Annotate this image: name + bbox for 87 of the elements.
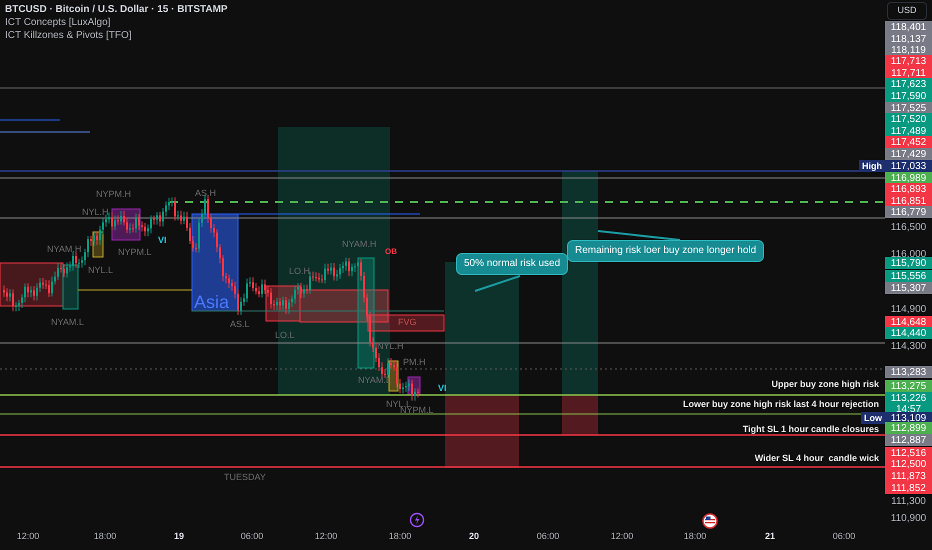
price-badge: 118,137 [885, 33, 932, 45]
price-badge: 117,429 [885, 148, 932, 160]
price-badge: 118,119 [885, 44, 932, 56]
chart-label: NYPM.L [400, 406, 434, 415]
chart-label: NYPM.H [96, 190, 132, 199]
price-badge: 115,556 [885, 270, 932, 282]
time-label: 18:00 [388, 532, 412, 541]
price-badge: 114,648 [885, 316, 932, 328]
price-tag: High [859, 160, 885, 172]
chart-label: NYPM.L [118, 248, 152, 257]
price-label: 116,500 [890, 221, 928, 233]
countdown-label: 14:57 [896, 404, 922, 414]
price-label: 116,000 [890, 248, 928, 260]
chart-label: PM.H [403, 358, 426, 367]
price-badge: 116,893 [885, 183, 932, 195]
price-badge: 111,852 [885, 482, 932, 494]
price-badge: 117,452 [885, 136, 932, 148]
time-label: 12:00 [610, 532, 634, 541]
chart-label: VI [438, 384, 447, 393]
time-label: 06:00 [536, 532, 560, 541]
price-badge: 116,779 [885, 206, 932, 218]
order-block [0, 262, 64, 306]
chart-label: AS.H [195, 189, 216, 198]
price-badge: 117,623 [885, 78, 932, 90]
price-badge: 115,790 [885, 257, 932, 269]
line-label: Lower buy zone high risk last 4 hour rejection [682, 400, 879, 409]
price-badge: 112,516 [885, 447, 932, 459]
price-badge: 114,440 [885, 327, 932, 339]
price-tag: Low [861, 412, 885, 424]
time-label: 12:00 [16, 532, 40, 541]
chart-label: FVG [398, 318, 417, 327]
price-badge: 112,899 [885, 422, 932, 434]
chart-label: NYL.L [88, 266, 114, 275]
chart-label: NYAM.H [342, 240, 376, 249]
price-label: 110,900 [890, 512, 928, 524]
price-badge: 117,590 [885, 90, 932, 102]
price-badge: 116,989 [885, 172, 932, 184]
callout-note: Remaining risk loer buy zone longer hold [567, 240, 764, 262]
chart-label: OB [385, 248, 397, 256]
time-label: 18:00 [94, 532, 116, 541]
price-badge: 112,500 [885, 458, 932, 470]
time-label: 12:00 [314, 532, 338, 541]
chart-label: NYL.H [82, 208, 109, 217]
chart-label: Asia [194, 293, 230, 311]
time-label: 19 [174, 532, 184, 541]
chart-label: NYL.H [377, 342, 404, 351]
chart-label: AS.L [230, 320, 250, 329]
chart-label: NYAM.L [51, 318, 84, 327]
price-badge: 115,307 [885, 282, 932, 294]
price-badge: 117,520 [885, 113, 932, 125]
line-label: Wider SL 4 hour candle wick [754, 454, 879, 463]
chart-label: TUESDAY [224, 473, 266, 482]
price-badge: 117,033 [885, 160, 932, 172]
line-label: Tight SL 1 hour candle closures [742, 425, 879, 434]
session-box [62, 264, 78, 310]
time-label: 21 [765, 532, 775, 541]
price-badge: 113,283 [885, 366, 932, 378]
time-label: 18:00 [684, 532, 706, 541]
currency-button[interactable]: USD [887, 2, 927, 20]
price-badge: 116,851 [885, 195, 932, 207]
price-label: 114,300 [890, 340, 928, 352]
indicator-label: ICT Killzones & Pivots [TFO] [5, 29, 133, 42]
time-label: 20 [469, 532, 479, 541]
chart-label: LO.H [289, 267, 310, 276]
price-badge: 117,489 [885, 125, 932, 137]
chart-label: LO.L [275, 331, 295, 340]
time-label: 06:00 [240, 532, 264, 541]
time-label: 06:00 [832, 532, 856, 541]
price-badge: 112,887 [885, 434, 932, 446]
line-label: Upper buy zone high risk [771, 380, 879, 389]
price-label: 114,900 [890, 303, 928, 315]
price-badge: 111,873 [885, 470, 932, 482]
flag-icon[interactable] [702, 513, 718, 529]
price-badge: 117,711 [885, 67, 932, 79]
lightning-icon[interactable] [409, 512, 425, 528]
chart-label: NYAM.H [47, 245, 82, 254]
indicator-label: ICT Concepts [LuxAlgo] [5, 16, 112, 29]
price-label: 111,300 [890, 495, 927, 507]
price-badge: 117,713 [885, 55, 932, 67]
callout-note: 50% normal risk used [456, 253, 568, 275]
price-badge: 118,401 [885, 21, 932, 33]
price-badge: 113,275 [885, 380, 932, 392]
symbol-title: BTCUSD · Bitcoin / U.S. Dollar · 15 · BITSTAMP [5, 3, 228, 16]
price-badge: 117,525 [885, 102, 932, 114]
price-value: 113,226 [890, 392, 926, 404]
stop-zone [562, 395, 598, 435]
chart-label: VI [158, 236, 167, 245]
